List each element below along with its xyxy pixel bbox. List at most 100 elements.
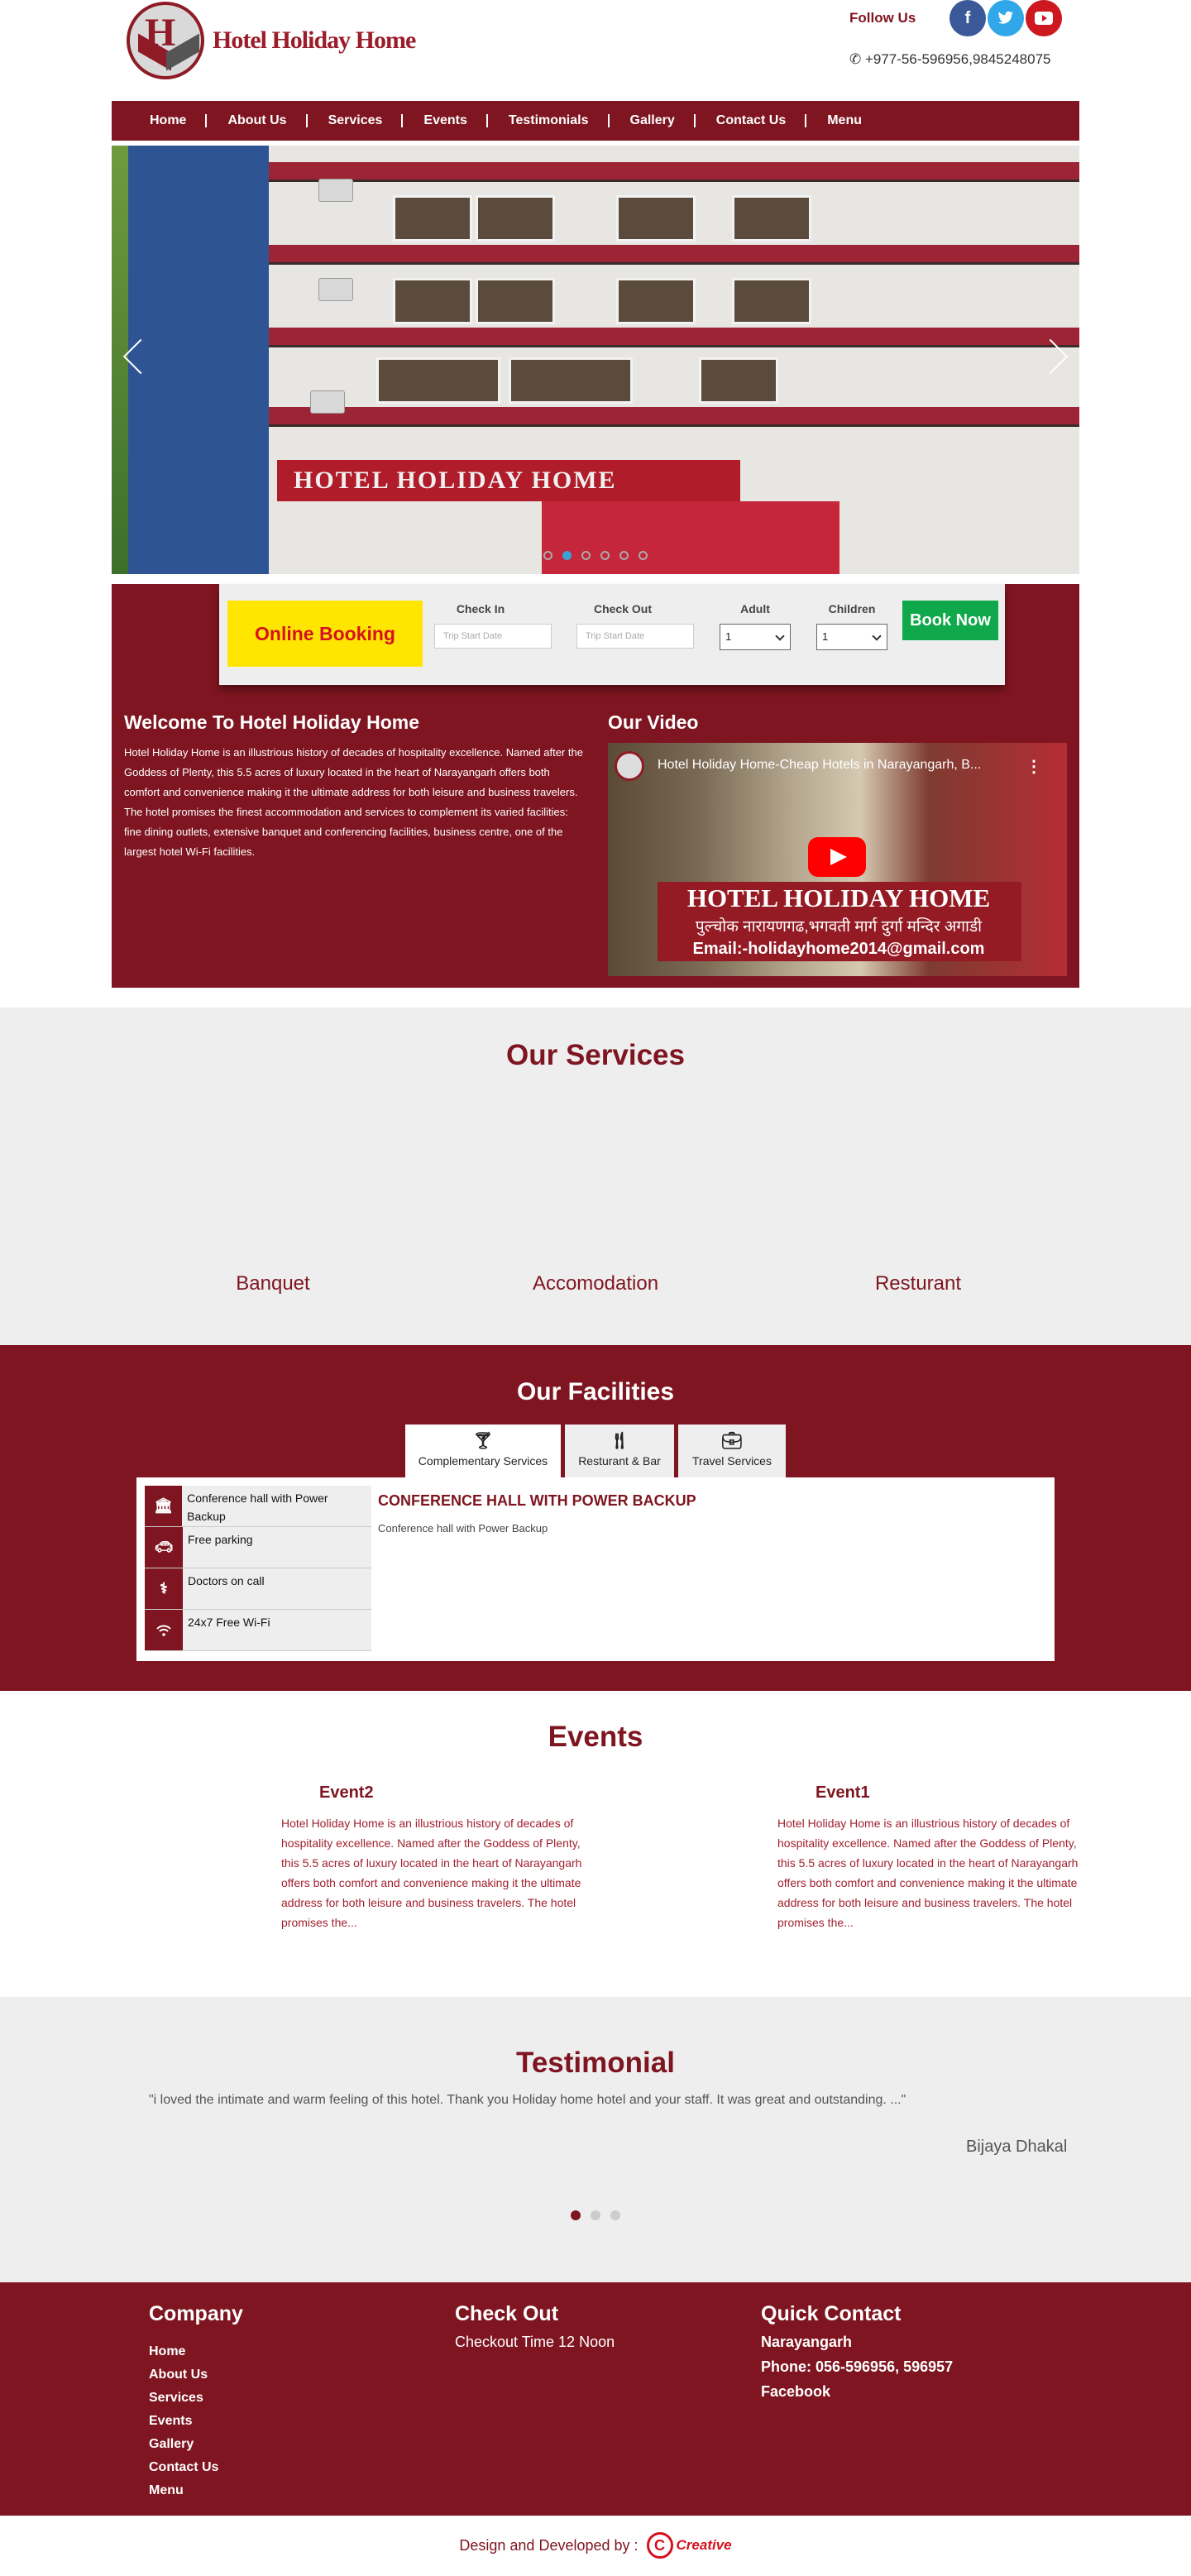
video-poster-title: HOTEL HOLIDAY HOME (686, 883, 991, 912)
developer-name: Creative (676, 2537, 732, 2553)
bank-icon: 🏛︎ (145, 1486, 183, 1526)
phone-number: ✆ +977-56-596956,9845248075 (849, 51, 1051, 68)
slider-dot[interactable] (639, 551, 648, 560)
site-header: H Hotel Holiday Home Follow Us f ✆ +977-… (0, 0, 1191, 101)
testimonial-dot[interactable] (591, 2210, 600, 2220)
adult-label: Adult (740, 602, 770, 615)
twitter-icon[interactable] (988, 0, 1024, 36)
more-vertical-icon[interactable]: ⋮ (1026, 756, 1042, 777)
logo-text: Hotel Holiday Home (213, 26, 416, 54)
book-now-button[interactable]: Book Now (902, 601, 998, 640)
testimonial-dot[interactable] (610, 2210, 620, 2220)
tab-label: Resturant & Bar (578, 1454, 661, 1468)
site-logo[interactable]: H Hotel Holiday Home (127, 0, 416, 81)
booking-welcome-section: Online Booking Check In Trip Start Date … (112, 584, 1079, 988)
check-out-input[interactable]: Trip Start Date (576, 624, 694, 649)
check-out-label: Check Out (593, 602, 652, 615)
utensils-icon: 🍴︎ (609, 1432, 630, 1450)
facility-label: Conference hall with Power Backup (187, 1491, 328, 1523)
nav-menu[interactable]: Menu (806, 101, 882, 141)
online-booking-title: Online Booking (227, 601, 423, 667)
creative-logo-icon: C (646, 2532, 673, 2559)
car-icon: 🚗︎ (145, 1527, 183, 1568)
events-title: Events (548, 1721, 643, 1753)
video-poster-address: पुल्चोक नारायणगढ,भगवती मार्ग दुर्गा मन्द… (695, 918, 983, 936)
channel-avatar[interactable] (615, 751, 644, 781)
booking-form: Online Booking Check In Trip Start Date … (219, 584, 1005, 685)
slider-dot[interactable] (619, 551, 629, 560)
footer-link-about-us[interactable]: About Us (149, 2367, 218, 2383)
footer-checkout-title: Check Out (455, 2302, 559, 2325)
video-heading[interactable]: Hotel Holiday Home-Cheap Hotels in Naray… (658, 758, 1030, 773)
footer-facebook-link[interactable]: Facebook (761, 2383, 830, 2401)
nav-home[interactable]: Home (150, 101, 208, 141)
facility-detail-text: Conference hall with Power Backup (378, 1522, 548, 1535)
footer-link-events[interactable]: Events (149, 2413, 218, 2430)
service-banquet[interactable]: Banquet (149, 1272, 397, 1295)
event-title[interactable]: Event2 (319, 1784, 374, 1803)
footer-contact-city: Narayangarh (761, 2334, 853, 2350)
facilities-title: Our Facilities (516, 1378, 675, 1405)
credit-bar: Design and Developed by : C Creative (0, 2516, 1191, 2575)
tab-complementary-services[interactable]: 🍸︎ Complementary Services (405, 1424, 561, 1477)
tab-resturant-bar[interactable]: 🍴︎ Resturant & Bar (565, 1424, 674, 1477)
footer-link-services[interactable]: Services (149, 2390, 218, 2406)
footer-link-menu[interactable]: Menu (149, 2483, 218, 2499)
nav-gallery[interactable]: Gallery (610, 101, 696, 141)
facilities-list: 🏛︎ Conference hall with Power Backup 🚗︎ … (145, 1486, 371, 1651)
youtube-icon[interactable] (1026, 0, 1062, 36)
testimonial-dots (571, 2210, 620, 2220)
check-in-input[interactable]: Trip Start Date (434, 624, 552, 649)
testimonial-dot-active[interactable] (571, 2210, 581, 2220)
footer-checkout-text: Checkout Time 12 Noon (455, 2334, 615, 2350)
tab-travel-services[interactable]: 💼︎ Travel Services (678, 1424, 786, 1477)
services-title: Our Services (506, 1039, 685, 1071)
list-item[interactable]: 🚗︎ Free parking (145, 1527, 371, 1568)
testimonial-title: Testimonial (516, 2047, 675, 2079)
children-select[interactable]: 1 (816, 624, 887, 650)
nav-about-us[interactable]: About Us (207, 101, 308, 141)
nav-contact-us[interactable]: Contact Us (696, 101, 807, 141)
slider-dot[interactable] (600, 551, 610, 560)
follow-us-label: Follow Us (849, 10, 916, 26)
facility-label: Doctors on call (188, 1574, 265, 1587)
slider-dot[interactable] (543, 551, 552, 560)
event-title[interactable]: Event1 (816, 1784, 870, 1803)
list-item[interactable]: 🏛︎ Conference hall with Power Backup (145, 1486, 371, 1527)
facebook-icon[interactable]: f (949, 0, 986, 36)
slider-dot[interactable] (581, 551, 591, 560)
welcome-title: Welcome To Hotel Holiday Home (124, 711, 419, 733)
list-item[interactable]: ⚕︎ Doctors on call (145, 1568, 371, 1610)
developer-logo[interactable]: C Creative (646, 2532, 732, 2559)
nav-events[interactable]: Events (403, 101, 489, 141)
testimonial-quote: "i loved the intimate and warm feeling o… (149, 2093, 906, 2107)
cocktail-icon: 🍸︎ (472, 1432, 494, 1450)
slider-dot-active[interactable] (562, 551, 572, 560)
video-poster-email: Email:-holidayhome2014@gmail.com (692, 940, 985, 958)
list-item[interactable]: 24x7 Free Wi-Fi (145, 1610, 371, 1651)
check-in-label: Check In (456, 602, 505, 615)
footer-link-gallery[interactable]: Gallery (149, 2436, 218, 2453)
adult-select[interactable]: 1 (720, 624, 791, 650)
event-text: Hotel Holiday Home is an illustrious his… (777, 1817, 1079, 1929)
event-text: Hotel Holiday Home is an illustrious his… (281, 1817, 582, 1929)
phone-text: +977-56-596956,9845248075 (864, 51, 1051, 67)
hero-slider: HOTEL HOLIDAY HOME (112, 146, 1079, 574)
footer-contact-phone: Phone: 056-596956, 596957 (761, 2358, 954, 2375)
service-resturant[interactable]: Resturant (794, 1272, 1042, 1295)
footer-link-contact-us[interactable]: Contact Us (149, 2459, 218, 2476)
testimonial-author: Bijaya Dhakal (966, 2138, 1068, 2156)
nav-services[interactable]: Services (308, 101, 404, 141)
footer-company-links: Home About Us Services Events Gallery Co… (149, 2344, 218, 2499)
tab-label: Travel Services (692, 1454, 772, 1468)
nav-testimonials[interactable]: Testimonials (488, 101, 610, 141)
video-player[interactable]: Hotel Holiday Home-Cheap Hotels in Naray… (608, 743, 1067, 976)
footer-contact-title: Quick Contact (761, 2302, 902, 2325)
slider-dots (543, 551, 648, 560)
facility-label: Free parking (188, 1533, 253, 1546)
service-accomodation[interactable]: Accomodation (471, 1272, 720, 1295)
footer-link-home[interactable]: Home (149, 2344, 218, 2360)
play-icon[interactable] (808, 837, 866, 877)
suitcase-icon: 💼︎ (721, 1432, 743, 1450)
testimonial-section: Testimonial "i loved the intimate and wa… (0, 1997, 1191, 2282)
